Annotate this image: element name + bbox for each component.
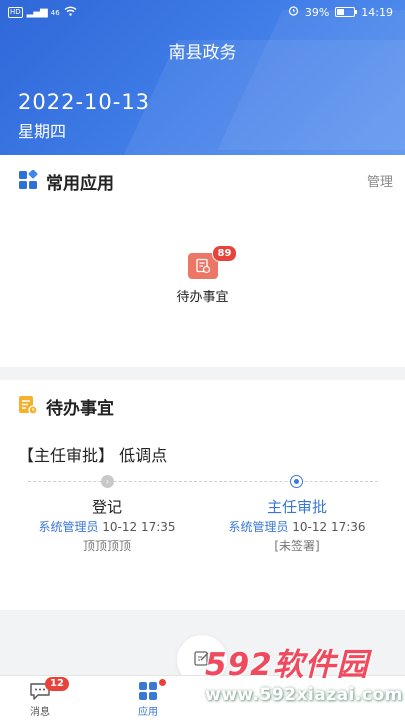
tab-label: 应用 — [138, 707, 158, 718]
apps-grid-icon — [137, 682, 159, 704]
watermark-url: www.592xiazai.com — [205, 685, 403, 705]
current-weekday: 星期四 — [18, 122, 67, 141]
step-name: 主任审批 — [266, 498, 327, 516]
step-info: 系统管理员 10-12 17:35 — [7, 518, 207, 535]
battery-icon — [335, 7, 358, 17]
tab-label: 消息 — [30, 707, 50, 718]
hd-icon: HD — [8, 7, 23, 18]
wifi-icon — [64, 6, 77, 19]
common-apps-card: 常用应用 管理 89 待办事宜 — [0, 155, 405, 367]
workflow-timeline — [28, 481, 378, 482]
step-done-icon: › — [101, 475, 114, 488]
todo-doc-icon: 89 — [187, 245, 238, 279]
app-todo[interactable]: 89 待办事宜 — [160, 245, 245, 305]
tab-apps[interactable]: 应用 — [118, 679, 178, 718]
watermark: 592软件园 www.592xiazai.com — [197, 637, 405, 720]
todo-list-icon — [18, 395, 38, 419]
network-type: 46 — [50, 8, 60, 17]
message-icon — [29, 683, 51, 704]
step-note: 顶顶顶顶 — [82, 539, 131, 553]
todo-count-badge: 89 — [211, 245, 238, 262]
app-label: 待办事宜 — [176, 290, 229, 305]
header: HD ▂▄▆ 46 39% 14:19 南县政务 2022-10-13 星期四 — [0, 0, 405, 155]
step-time: 10-12 17:35 — [102, 520, 176, 534]
watermark-brand: 592软件园 — [205, 647, 369, 683]
alarm-icon — [288, 5, 299, 19]
clock: 14:19 — [361, 5, 393, 19]
step-operator: 系统管理员 — [38, 520, 99, 534]
battery-percent: 39% — [304, 5, 330, 19]
step-name: 登记 — [91, 498, 122, 516]
todo-card: 待办事宜 【主任审批】 低调点 › 登记 系统管理员 10-12 17:35 顶… — [0, 380, 405, 610]
todo-item-title[interactable]: 【主任审批】 低调点 — [18, 442, 167, 466]
page-title: 南县政务 — [168, 43, 237, 63]
tab-messages[interactable]: 12 消息 — [10, 677, 70, 718]
todo-header: 待办事宜 — [18, 394, 114, 419]
common-apps-header: 常用应用 — [18, 169, 114, 194]
signal-icon: ▂▄▆ — [26, 7, 48, 18]
current-date: 2022-10-13 — [18, 90, 151, 114]
todo-title: 待办事宜 — [46, 399, 114, 419]
step-time: 10-12 17:36 — [292, 520, 366, 534]
notification-dot — [159, 679, 166, 686]
apps-grid-icon — [18, 169, 38, 194]
step-current-icon — [290, 475, 303, 488]
common-apps-title: 常用应用 — [46, 174, 114, 194]
message-count-badge: 12 — [45, 677, 69, 691]
step-operator: 系统管理员 — [228, 520, 289, 534]
step-note: [未签署] — [274, 539, 320, 553]
step-info: 系统管理员 10-12 17:36 — [197, 518, 397, 535]
manage-button[interactable]: 管理 — [367, 171, 393, 190]
status-bar: HD ▂▄▆ 46 39% 14:19 — [0, 0, 405, 26]
